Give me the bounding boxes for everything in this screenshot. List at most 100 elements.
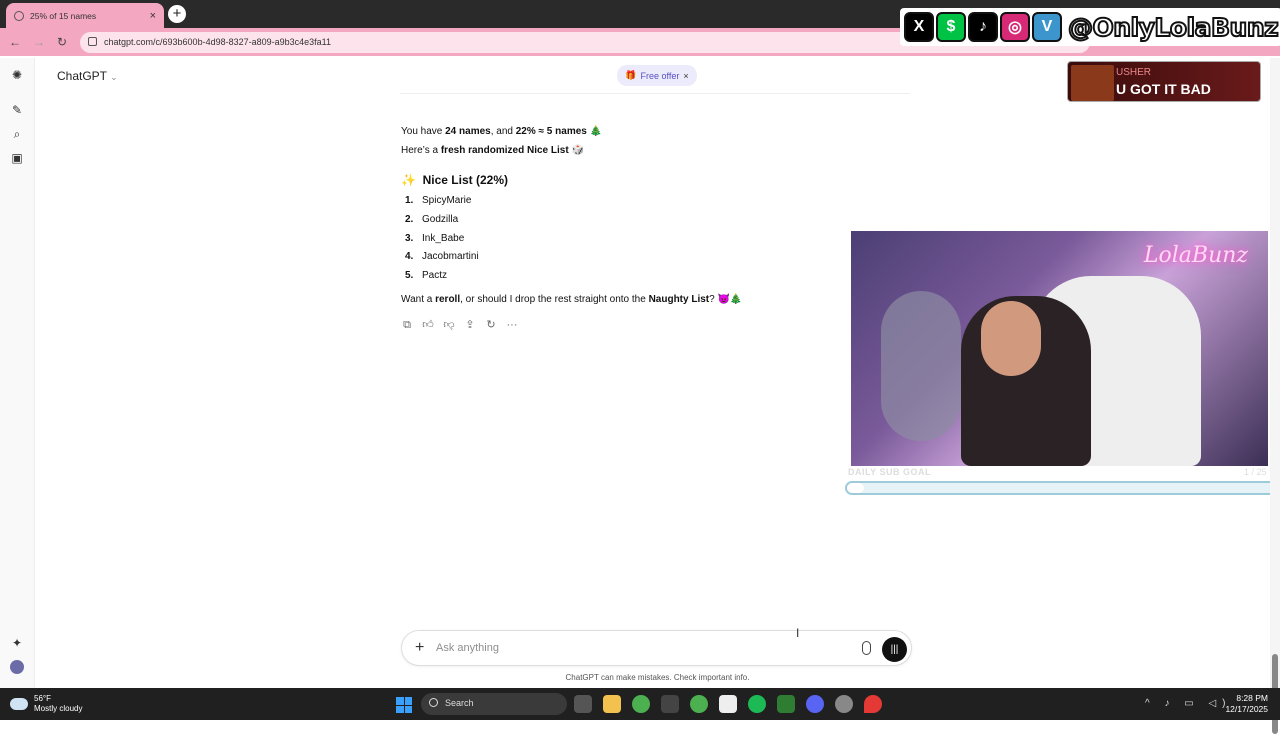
sub-goal-label: DAILY SUB GOAL [848,467,932,477]
sub-goal-bar [845,481,1279,495]
chatgpt-sidebar: ✺ ✎ ⌕ ▣ ✦ [0,58,35,688]
text-cursor-icon: I [796,626,800,640]
library-icon[interactable]: ▣ [10,151,24,165]
sub-goal-fill [847,483,865,493]
time: 8:28 PM [1236,693,1268,703]
close-tab-icon[interactable]: × [150,10,156,22]
heading-text: Nice List (22%) [422,173,508,187]
list-item: 4. Jacobmartini [405,251,479,262]
bold-text: 22% ≈ 5 names [515,126,587,137]
text: , or should I drop the rest straight ont… [460,294,649,305]
cloud-icon [10,698,28,710]
discord-icon[interactable] [806,695,824,713]
text: Want a [401,294,436,305]
date: 12/17/2025 [1225,704,1268,714]
tab-title: 25% of 15 names [30,10,97,21]
list-item: 3. Ink_Babe [405,233,464,244]
weather-temp: 56°F [34,694,51,703]
microphone-icon[interactable] [862,641,871,655]
spotify-icon[interactable] [748,695,766,713]
tab-chatgpt[interactable]: 25% of 15 names × [6,3,164,28]
disclaimer: ChatGPT can make mistakes. Check importa… [565,673,750,682]
gift-icon: 🎁 [625,70,637,80]
composer: + Ask anything ||| [401,630,912,666]
free-offer-pill[interactable]: 🎁 Free offer × [617,65,697,86]
chrome-icon[interactable] [690,695,708,713]
text: Here’s a [401,145,441,156]
taskbar: 56°F Mostly cloudy Search ^ ♪ ▭ ◁) 8:28 P… [0,688,1280,720]
file-explorer-icon[interactable] [603,695,621,713]
openai-logo-icon[interactable]: ✺ [10,68,24,82]
new-chat-icon[interactable]: ✎ [10,103,24,117]
excel-icon[interactable] [777,695,795,713]
more-icon[interactable]: ··· [506,319,518,331]
webcam-overlay: LolaBunz [851,231,1268,466]
text: You have [401,126,446,137]
weather-widget[interactable]: 56°F Mostly cloudy [10,694,82,714]
taskbar-search[interactable]: Search [421,693,567,715]
app-icon[interactable] [835,695,853,713]
model-selector[interactable]: ChatGPT ⌄ [57,69,118,83]
nice-list-heading: ✨ Nice List (22%) [401,173,508,187]
album-art [1071,65,1114,101]
copy-icon[interactable]: ⧉ [401,319,413,331]
taskbar-apps [574,695,882,713]
offer-label: Free offer [640,70,680,81]
venmo-icon: V [1032,12,1062,42]
forward-icon[interactable]: → [33,35,45,49]
url-text: chatgpt.com/c/693b600b-4d98-8327-a809-a9… [104,37,332,47]
text: ? 😈🎄 [709,294,743,305]
back-icon[interactable]: ← [9,35,21,49]
now-playing-title: U GOT IT BAD [1116,81,1211,97]
list-number: 4. [405,251,414,262]
system-tray-icons[interactable]: ^ ♪ ▭ ◁) [1145,698,1232,709]
thumbs-up-icon[interactable]: 👍︎ [422,319,434,331]
task-view-icon[interactable] [574,695,592,713]
add-attachment-icon[interactable]: + [415,639,424,657]
site-info-icon[interactable] [88,37,97,46]
share-icon[interactable]: ⇪ [464,319,476,331]
bold-text: 24 names [445,126,491,137]
message-actions: ⧉ 👍︎ 👎︎ ⇪ ↻ ··· [401,319,518,331]
chatgpt-favicon-icon [14,10,24,21]
app-icon[interactable] [661,695,679,713]
bold-text: fresh randomized Nice List [440,145,569,156]
chrome-icon[interactable] [632,695,650,713]
search-chats-icon[interactable]: ⌕ [10,127,24,141]
scrollbar[interactable] [1270,58,1280,734]
message-line-1: You have 24 names, and 22% ≈ 5 names 🎄 [401,126,602,137]
avatar[interactable] [10,660,24,674]
prompt-input[interactable]: Ask anything [436,642,499,654]
close-offer-icon[interactable]: × [683,71,688,81]
search-label: Search [445,698,474,708]
windows-start-icon[interactable] [396,697,412,713]
sparkle-icon[interactable]: ✦ [10,636,24,650]
streamer-face [981,301,1041,376]
sub-goal-count: 1 / 25 [1244,467,1267,477]
list-number: 5. [405,270,414,281]
dice-emoji: 🎲 [571,145,584,156]
list-number: 3. [405,233,414,244]
new-tab-button[interactable]: + [168,5,186,23]
voice-mode-button[interactable]: ||| [882,637,907,662]
now-playing-artist: USHER [1116,67,1152,78]
chevron-down-icon: ⌄ [110,72,118,82]
thumbs-down-icon[interactable]: 👎︎ [443,319,455,331]
social-overlay: X $ ♪ ◎ V @OnlyLolaBunz [900,8,1280,46]
regenerate-icon[interactable]: ↻ [485,319,497,331]
list-name: Ink_Babe [422,233,465,244]
list-number: 1. [405,195,414,206]
tiktok-icon: ♪ [968,12,998,42]
app-icon[interactable] [719,695,737,713]
social-handle: @OnlyLolaBunz [1067,12,1280,43]
message-line-2: Here’s a fresh randomized Nice List 🎲 [401,145,584,156]
clock[interactable]: 8:28 PM 12/17/2025 [1224,693,1268,715]
reload-icon[interactable]: ↻ [57,35,67,49]
list-name: Godzilla [422,214,459,225]
location-icon[interactable] [864,695,882,713]
list-item: 5. Pactz [405,270,447,281]
cashapp-icon: $ [936,12,966,42]
text: , and [490,126,516,137]
x-icon: X [904,12,934,42]
bold-text: reroll [435,294,461,305]
